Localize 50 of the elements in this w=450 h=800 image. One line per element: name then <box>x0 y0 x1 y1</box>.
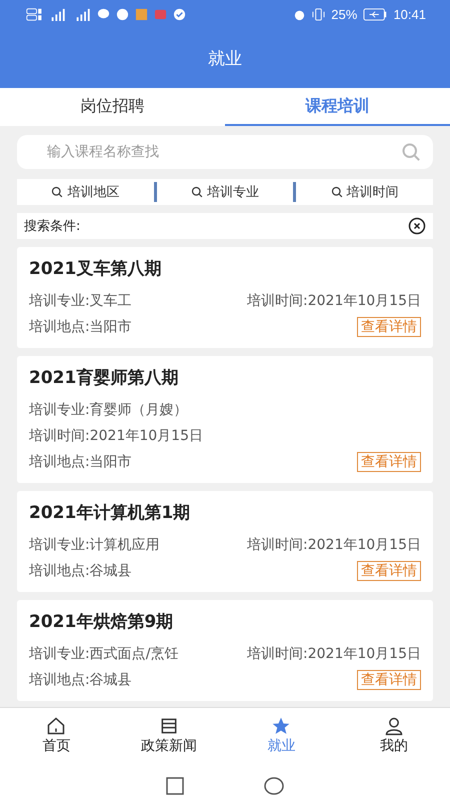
course-info: 培训专业:育婴师（月嫂） <box>29 401 188 419</box>
check-icon <box>173 8 186 20</box>
conditions-label: 搜索条件: <box>24 218 80 235</box>
chat-icon <box>97 8 110 20</box>
home-icon[interactable] <box>264 776 284 794</box>
course-info: 培训地点:谷城县 <box>29 671 132 689</box>
filter-button[interactable]: 培训地区 <box>17 182 154 202</box>
recents-icon[interactable] <box>166 776 184 794</box>
nav-item[interactable]: 政策新闻 <box>112 708 225 762</box>
course-card[interactable]: 2021年计算机第1期 培训专业:计算机应用 培训时间:2021年10月15日 培训地点:谷城县 查看详情 <box>17 491 433 592</box>
filter-button[interactable]: 培训时间 <box>296 182 434 202</box>
nav-item[interactable]: 我的 <box>338 708 450 762</box>
search-field[interactable]: 输入课程名称查找 <box>17 135 433 169</box>
course-title: 2021年烘焙第9期 <box>29 611 174 633</box>
course-info: 培训地点:当阳市 <box>29 318 132 336</box>
page-title: 就业 <box>208 48 242 70</box>
course-info: 培训专业:计算机应用 <box>29 536 160 554</box>
battery-percent: 25% <box>331 6 358 22</box>
person-icon <box>384 716 404 736</box>
course-title: 2021叉车第八期 <box>29 258 162 280</box>
nav-item[interactable]: 就业 <box>225 708 338 762</box>
star-icon <box>271 716 292 736</box>
clock-time: 10:41 <box>393 6 426 22</box>
course-title: 2021年计算机第1期 <box>29 502 192 524</box>
tab[interactable]: 课程培训 <box>225 88 450 126</box>
search-icon <box>401 142 421 162</box>
course-info: 培训时间:2021年10月15日 <box>247 645 421 663</box>
course-info: 培训地点:谷城县 <box>29 562 132 580</box>
course-info: 培训专业:西式面点/烹饪 <box>29 645 178 663</box>
course-card[interactable]: 2021年烘焙第9期 培训专业:西式面点/烹饪 培训时间:2021年10月15日 培训地点:谷城县 查看详情 <box>17 600 433 701</box>
nav-item[interactable]: 首页 <box>0 708 112 762</box>
course-info: 培训时间:2021年10月15日 <box>247 536 421 554</box>
stack-icon <box>158 716 179 736</box>
search-icon <box>51 186 64 198</box>
course-info: 培训地点:当阳市 <box>29 453 132 471</box>
filter-button[interactable]: 培训专业 <box>156 182 294 202</box>
battery-icon <box>363 8 388 20</box>
search-icon <box>330 186 343 198</box>
home-icon <box>46 716 66 736</box>
course-card[interactable]: 2021叉车第八期 培训专业:叉车工 培训时间:2021年10月15日 培训地点:当阳市 查看详情 <box>17 247 433 348</box>
course-info: 培训时间:2021年10月15日 <box>247 292 421 310</box>
search-icon <box>191 186 203 198</box>
tab[interactable]: 岗位招聘 <box>0 88 225 126</box>
course-card[interactable]: 2021育婴师第八期 培训专业:育婴师（月嫂） 培训时间:2021年10月15日 培训地点:当阳市 查看详情 <box>17 356 433 483</box>
clear-icon[interactable] <box>408 217 426 235</box>
vibrate-icon <box>312 8 326 20</box>
course-info: 培训专业:叉车工 <box>29 292 132 310</box>
sim-icon <box>26 8 42 20</box>
course-info: 培训时间:2021年10月15日 <box>29 427 203 445</box>
course-title: 2021育婴师第八期 <box>29 367 180 389</box>
